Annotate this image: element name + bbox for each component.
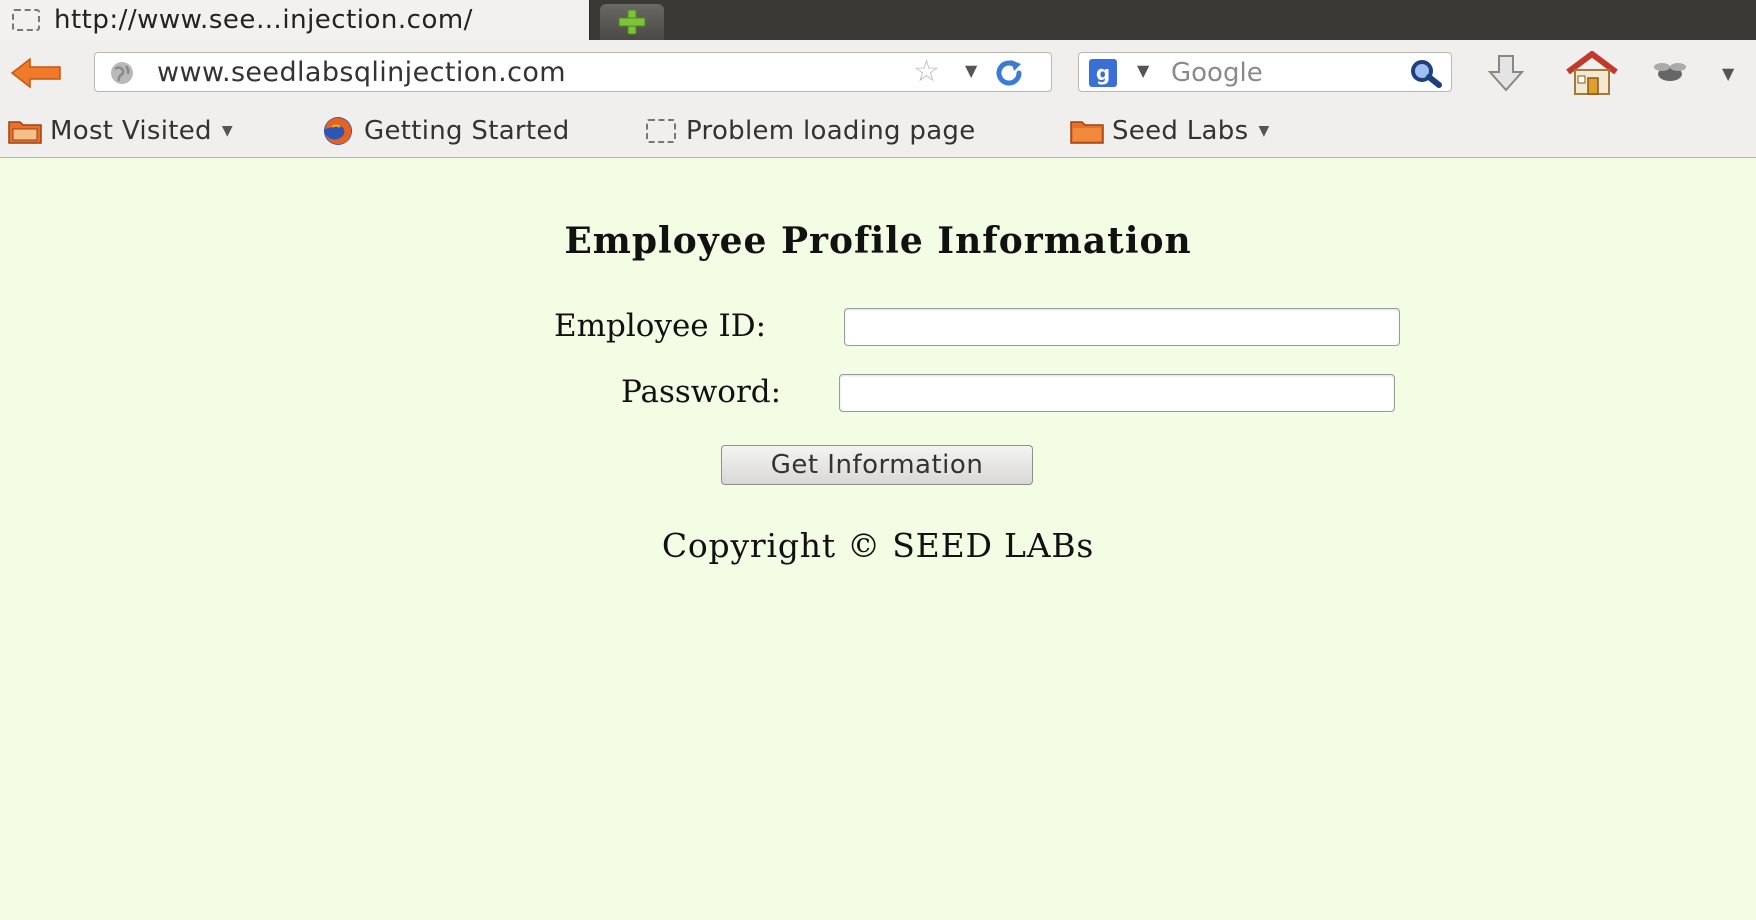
new-tab-button[interactable]: [600, 4, 664, 40]
bookmarks-toolbar: Most Visited ▼ Getting Started Problem l…: [0, 106, 1756, 158]
page-title: Employee Profile Information: [564, 220, 1192, 262]
bookmark-most-visited[interactable]: Most Visited ▼: [8, 114, 233, 148]
bookmark-getting-started[interactable]: Getting Started: [322, 114, 570, 148]
home-icon: [1566, 51, 1618, 95]
search-engine-dropdown-icon[interactable]: ▼: [1137, 61, 1149, 80]
copyright-text: Copyright © SEED LABs: [661, 526, 1095, 565]
address-bar[interactable]: www.seedlabsqlinjection.com ☆ ▼: [94, 52, 1052, 92]
folder-icon: [1070, 121, 1104, 144]
get-information-button[interactable]: Get Information: [721, 445, 1033, 485]
firefox-icon: [324, 117, 352, 145]
employee-id-field[interactable]: [844, 308, 1400, 346]
globe-icon: [111, 62, 133, 84]
blank-page-icon: [12, 9, 40, 31]
home-button[interactable]: [1564, 50, 1620, 96]
chevron-down-icon: ▼: [221, 123, 233, 139]
toolbar-menu-dropdown-icon[interactable]: ▼: [1722, 64, 1734, 83]
bookmark-label: Getting Started: [364, 116, 570, 146]
history-dropdown-icon[interactable]: ▼: [965, 61, 977, 80]
navigation-toolbar: www.seedlabsqlinjection.com ☆ ▼ g ▼ Goog…: [0, 40, 1756, 106]
google-icon[interactable]: g: [1089, 59, 1117, 87]
magnifier-icon[interactable]: [1407, 58, 1443, 88]
download-icon: [1487, 55, 1525, 92]
bookmark-seed-labs[interactable]: Seed Labs ▼: [1070, 114, 1270, 148]
search-input[interactable]: Google: [1171, 58, 1263, 88]
password-label: Password:: [621, 374, 782, 410]
plus-icon: [618, 9, 646, 35]
tab-strip: http://www.see…injection.com/: [0, 0, 1756, 40]
bookmark-label: Most Visited: [50, 116, 212, 146]
addon-icon: [1654, 63, 1686, 81]
bookmark-problem-loading-page[interactable]: Problem loading page: [646, 114, 976, 148]
back-arrow-icon: [10, 57, 61, 89]
bookmark-star-icon[interactable]: ☆: [913, 57, 940, 87]
url-text: www.seedlabsqlinjection.com: [157, 57, 567, 88]
active-tab[interactable]: http://www.see…injection.com/: [0, 0, 590, 40]
reload-icon[interactable]: [993, 58, 1025, 88]
blank-page-icon: [646, 119, 676, 143]
employee-id-label: Employee ID:: [554, 308, 767, 344]
folder-icon: [8, 121, 42, 144]
bookmark-label: Seed Labs: [1112, 116, 1249, 146]
addon-button[interactable]: [1650, 58, 1690, 88]
downloads-button[interactable]: [1484, 52, 1528, 96]
chevron-down-icon: ▼: [1258, 123, 1270, 139]
page-content: Employee Profile Information Employee ID…: [0, 158, 1756, 920]
search-bar[interactable]: g ▼ Google: [1078, 52, 1452, 92]
back-button[interactable]: [8, 54, 66, 92]
password-field[interactable]: [839, 374, 1395, 412]
tab-title: http://www.see…injection.com/: [54, 5, 473, 35]
bookmark-label: Problem loading page: [686, 116, 976, 146]
